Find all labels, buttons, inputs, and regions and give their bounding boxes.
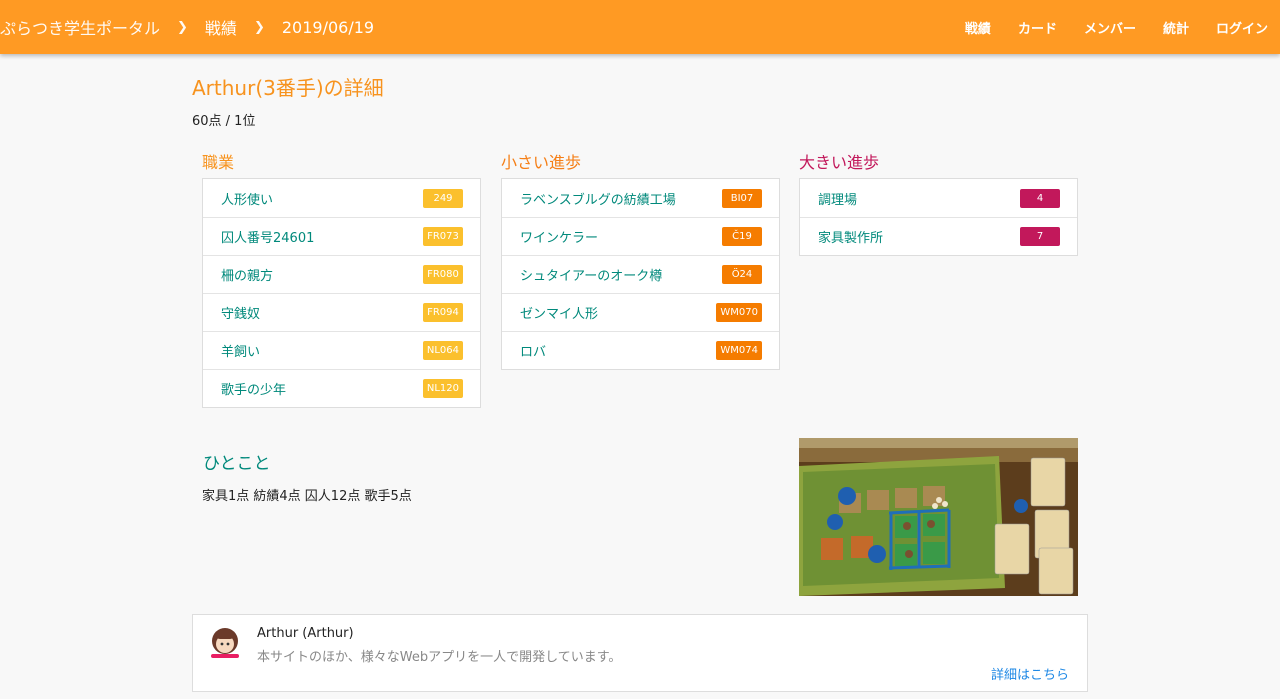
nav-results[interactable]: 戦績 — [965, 18, 991, 37]
chevron-right-icon: ❯ — [177, 19, 188, 35]
list-item[interactable]: ロバ WM074 — [502, 331, 779, 369]
major-improvements-list: 調理場 4 家具製作所 7 — [799, 178, 1078, 256]
card-code-badge: Č19 — [722, 227, 762, 246]
player-score: 60点 / 1位 — [192, 114, 256, 129]
card-code-badge: 7 — [1020, 227, 1060, 246]
card-name: 人形使い — [221, 192, 274, 208]
avatar — [211, 628, 239, 658]
main-nav: 戦績 カード メンバー 統計 ログイン — [938, 0, 1268, 54]
breadcrumb-date: 2019/06/19 — [281, 17, 375, 37]
card-code-badge: NL120 — [422, 379, 463, 398]
card-name: 守銭奴 — [221, 307, 261, 322]
card-code-badge: FR094 — [423, 303, 463, 322]
breadcrumb: ぷらつき学生ポータル ❯ 戦績 ❯ 2019/06/19 — [0, 0, 374, 54]
list-item[interactable]: 囚人番号24601 FR073 — [203, 217, 480, 255]
occupations-list: 人形使い 249 囚人番号24601 FR073 柵の親方 FR080 守銭奴 FR09… — [202, 178, 481, 408]
game-board-photo[interactable] — [799, 438, 1078, 596]
board-game-image — [799, 438, 1078, 596]
list-item[interactable]: 柵の親方 FR080 — [203, 255, 480, 293]
page-title: Arthur(3番手)の詳細 — [192, 76, 384, 100]
nav-cards[interactable]: カード — [1018, 18, 1057, 37]
author-profile-card: Arthur (Arthur) 本サイトのほか、様々なWebアプリを一人で開発し… — [192, 614, 1088, 692]
card-code-badge: 4 — [1020, 188, 1060, 208]
card-code-badge: FR080 — [423, 265, 463, 284]
card-name: 羊飼い — [221, 345, 261, 360]
chevron-right-icon: ❯ — [253, 19, 265, 35]
top-app-bar: ぷらつき学生ポータル ❯ 戦績 ❯ 2019/06/19 戦績 カード メンバー… — [0, 0, 1280, 54]
nav-login[interactable]: ログイン — [1216, 18, 1268, 37]
list-item[interactable]: 人形使い 249 — [203, 179, 480, 217]
card-name: 囚人番号24601 — [221, 231, 315, 246]
list-item[interactable]: ワインケラー Č19 — [502, 217, 779, 255]
card-name: 調理場 — [818, 192, 858, 208]
major-improvements-heading: 大きい進歩 — [799, 153, 880, 172]
major-improvements-section: 大きい進歩 調理場 4 家具製作所 7 — [799, 152, 1078, 256]
list-item[interactable]: 歌手の少年 NL120 — [203, 369, 480, 407]
occupations-section: 職業 人形使い 249 囚人番号24601 FR073 柵の親方 FR080 守銭奴 F… — [202, 152, 481, 408]
nav-stats[interactable]: 統計 — [1163, 18, 1189, 37]
card-code-badge: WM074 — [716, 341, 762, 360]
card-code-badge: Ö24 — [722, 265, 762, 284]
comment-heading: ひとこと — [203, 454, 271, 474]
list-item[interactable]: シュタイアーのオーク樽 Ö24 — [502, 255, 779, 293]
list-item[interactable]: 羊飼い NL064 — [203, 331, 480, 369]
author-details-link[interactable]: 詳細はこちら — [991, 664, 1069, 683]
list-item[interactable]: 家具製作所 7 — [800, 217, 1077, 255]
card-name: ワインケラー — [520, 231, 599, 246]
minor-improvements-heading: 小さい進歩 — [501, 153, 582, 172]
list-item[interactable]: ラベンスブルグの紡績工場 BI07 — [502, 179, 779, 217]
breadcrumb-home-link[interactable]: ぷらつき学生ポータル — [0, 15, 160, 39]
minor-improvements-section: 小さい進歩 ラベンスブルグの紡績工場 BI07 ワインケラー Č19 シュタイアーの… — [501, 152, 780, 370]
card-name: 柵の親方 — [221, 269, 274, 284]
author-name: Arthur (Arthur) — [257, 626, 354, 641]
card-code-badge: 249 — [423, 188, 463, 208]
minor-improvements-list: ラベンスブルグの紡績工場 BI07 ワインケラー Č19 シュタイアーのオーク樽 Ö2… — [501, 178, 780, 370]
list-item[interactable]: 守銭奴 FR094 — [203, 293, 480, 331]
list-item[interactable]: ゼンマイ人形 WM070 — [502, 293, 779, 331]
card-code-badge: WM070 — [716, 303, 762, 322]
card-name: ゼンマイ人形 — [520, 307, 599, 322]
card-name: 歌手の少年 — [221, 383, 287, 398]
card-name: ロバ — [520, 345, 547, 360]
card-name: シュタイアーのオーク樽 — [520, 269, 663, 284]
comment-text: 家具1点 紡績4点 囚人12点 歌手5点 — [202, 489, 412, 504]
card-code-badge: FR073 — [423, 227, 463, 246]
card-name: ラベンスブルグの紡績工場 — [520, 192, 676, 208]
nav-members[interactable]: メンバー — [1084, 18, 1136, 37]
card-name: 家具製作所 — [818, 231, 884, 246]
card-code-badge: NL064 — [422, 341, 463, 360]
breadcrumb-results-link[interactable]: 戦績 — [205, 15, 237, 39]
list-item[interactable]: 調理場 4 — [800, 179, 1077, 217]
author-description: 本サイトのほか、様々なWebアプリを一人で開発しています。 — [257, 650, 622, 665]
card-code-badge: BI07 — [722, 188, 762, 208]
occupations-heading: 職業 — [202, 153, 235, 172]
